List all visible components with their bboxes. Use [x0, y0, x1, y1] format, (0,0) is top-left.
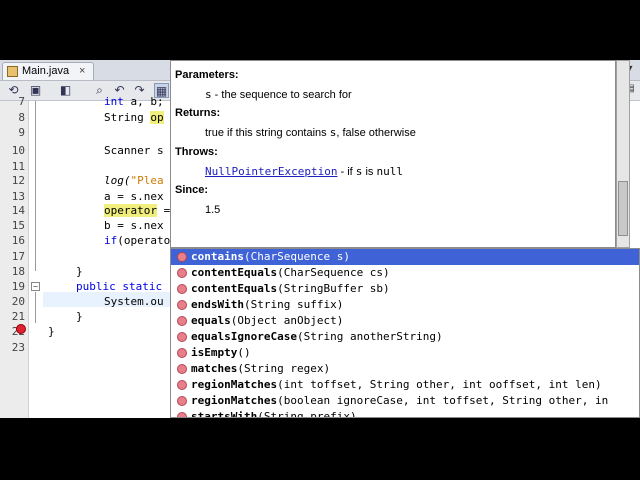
code-line-10: Scanner s: [104, 144, 164, 157]
line-number: 23: [11, 341, 25, 354]
completion-item[interactable]: equals(Object anObject): [171, 313, 639, 329]
method-icon: [177, 300, 187, 310]
method-icon: [177, 412, 187, 417]
close-tab-icon[interactable]: ×: [79, 63, 85, 80]
code-line-12: log("Plea: [104, 174, 164, 187]
method-icon: [177, 316, 187, 326]
completion-item[interactable]: isEmpty(): [171, 345, 639, 361]
line-number: 9: [18, 126, 25, 139]
tab-label: Main.java: [22, 65, 70, 77]
param-description: s - the sequence to search for: [205, 88, 352, 101]
method-icon: [177, 380, 187, 390]
code-line-14: operator =: [104, 204, 171, 217]
java-file-icon: [7, 66, 18, 77]
code-line-13: a = s.nex: [104, 190, 164, 203]
method-icon: [177, 268, 187, 278]
completion-item[interactable]: endsWith(String suffix): [171, 297, 639, 313]
scrollbar-thumb[interactable]: [618, 181, 628, 236]
fold-guide: [35, 101, 36, 271]
method-icon: [177, 348, 187, 358]
code-line-18: }: [76, 265, 83, 278]
fold-guide: [35, 292, 36, 323]
line-number: 18: [11, 265, 25, 278]
method-icon: [177, 332, 187, 342]
line-number-gutter: 7 8 9 10 11 12 13 14 15 16 17 18 19 20 2…: [0, 95, 29, 418]
completion-item[interactable]: contentEquals(StringBuffer sb): [171, 281, 639, 297]
completion-item[interactable]: startsWith(String prefix): [171, 409, 639, 417]
code-line-22: }: [48, 325, 55, 338]
since-heading: Since:: [175, 184, 209, 196]
completion-item[interactable]: regionMatches(boolean ignoreCase, int to…: [171, 393, 639, 409]
throws-description: NullPointerException - if s is null: [205, 165, 403, 178]
method-icon: [177, 396, 187, 406]
line-number: 11: [11, 160, 25, 173]
line-number: 13: [11, 190, 25, 203]
returns-heading: Returns:: [175, 107, 221, 119]
returns-description: true if this string contains s, false ot…: [205, 126, 416, 139]
code-line-21: }: [76, 310, 83, 323]
fold-collapse-icon[interactable]: −: [31, 282, 40, 291]
line-number: 15: [11, 219, 25, 232]
code-line-19: public static: [76, 280, 163, 293]
line-number: 8: [18, 111, 25, 124]
code-line-20: System.ou: [104, 295, 164, 308]
throws-heading: Throws:: [175, 146, 218, 158]
line-number: 10: [11, 144, 25, 157]
completion-item[interactable]: equalsIgnoreCase(String anotherString): [171, 329, 639, 345]
method-icon: [177, 284, 187, 294]
javadoc-popup: Parameters: s - the sequence to search f…: [170, 60, 616, 248]
tab-main-java[interactable]: Main.java ×: [2, 62, 94, 80]
null-pointer-exception-link[interactable]: NullPointerException: [205, 165, 337, 178]
line-number: 17: [11, 250, 25, 263]
since-value: 1.5: [205, 204, 221, 216]
javadoc-scrollbar[interactable]: [616, 60, 630, 248]
source-icon[interactable]: ▣: [28, 83, 43, 98]
code-line-15: b = s.nex: [104, 219, 164, 232]
line-number: 20: [11, 295, 25, 308]
completion-item[interactable]: matches(String regex): [171, 361, 639, 377]
line-number: 19: [11, 280, 25, 293]
line-number: 14: [11, 204, 25, 217]
back-icon[interactable]: ◧: [58, 83, 73, 98]
completion-item[interactable]: contains(CharSequence s): [171, 249, 639, 265]
method-icon: [177, 252, 187, 262]
code-line-7: int a, b;: [104, 95, 164, 108]
line-number: 12: [11, 174, 25, 187]
parameters-heading: Parameters:: [175, 69, 239, 81]
line-number: 7: [18, 95, 25, 108]
screen: Main.java × ▾ ⟲ ▣ ◧ ⌕ ↶ ↷ ▦ ▤ 7 8 9 10 1…: [0, 0, 640, 480]
line-number: 16: [11, 234, 25, 247]
code-completion-list[interactable]: contains(CharSequence s) contentEquals(C…: [170, 248, 640, 418]
fold-column: −: [29, 101, 43, 418]
method-icon: [177, 364, 187, 374]
error-marker-icon[interactable]: [16, 324, 26, 334]
completion-item[interactable]: contentEquals(CharSequence cs): [171, 265, 639, 281]
line-number: 21: [11, 310, 25, 323]
code-line-8: String op: [104, 111, 164, 124]
completion-item[interactable]: regionMatches(int toffset, String other,…: [171, 377, 639, 393]
